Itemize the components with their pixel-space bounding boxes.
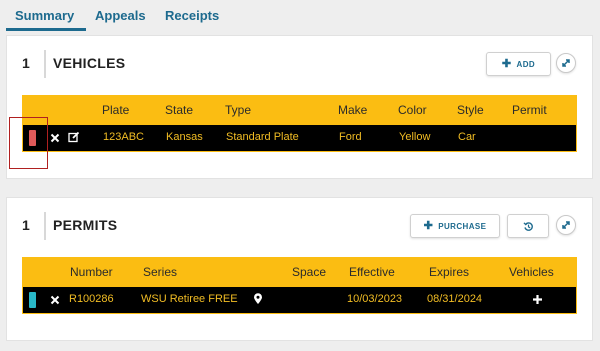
permit-expires: 08/31/2024 xyxy=(427,293,483,305)
permits-card: 1 PERMITS ✚ PURCHASE Number Series Space… xyxy=(6,197,593,341)
vehicle-plate: 123ABC xyxy=(103,131,144,143)
vehicle-make: Ford xyxy=(339,131,362,143)
tab-appeals[interactable]: Appeals xyxy=(95,8,146,23)
column-header-series: Series xyxy=(143,265,178,279)
column-header-color: Color xyxy=(398,103,427,117)
add-label: ADD xyxy=(516,59,536,69)
vehicle-color: Yellow xyxy=(399,131,431,143)
permit-number: R100286 xyxy=(69,293,114,305)
map-pin-icon xyxy=(254,293,262,304)
plus-icon: ✚ xyxy=(423,219,434,232)
vehicle-state: Kansas xyxy=(166,131,203,143)
permit-series: WSU Retiree FREE xyxy=(141,293,238,305)
delete-permit-button[interactable] xyxy=(50,292,60,310)
expand-icon xyxy=(562,59,570,67)
column-header-plate: Plate xyxy=(102,103,130,117)
close-icon xyxy=(50,295,60,305)
permit-color-swatch xyxy=(29,292,36,308)
header-divider xyxy=(44,212,46,240)
vehicles-title: VEHICLES xyxy=(53,55,126,71)
vehicle-row[interactable]: 123ABC Kansas Standard Plate Ford Yellow… xyxy=(22,125,577,152)
vehicles-count: 1 xyxy=(22,55,30,71)
history-icon xyxy=(522,221,533,231)
tab-bar: Summary Appeals Receipts xyxy=(0,0,600,32)
header-divider xyxy=(44,50,46,78)
column-header-state: State xyxy=(165,103,194,117)
add-vehicle-to-permit-button[interactable] xyxy=(532,292,543,310)
active-tab-indicator xyxy=(6,28,86,31)
purchase-label: PURCHASE xyxy=(438,221,487,231)
permit-effective: 10/03/2023 xyxy=(347,293,403,305)
column-header-number: Number xyxy=(70,265,113,279)
column-header-make: Make xyxy=(338,103,368,117)
column-header-type: Type xyxy=(225,103,252,117)
column-header-space: Space xyxy=(292,265,327,279)
permit-row[interactable]: R100286 WSU Retiree FREE 10/03/2023 08/3… xyxy=(22,287,577,314)
column-header-permit: Permit xyxy=(512,103,547,117)
vehicle-color-swatch xyxy=(29,130,36,146)
column-header-vehicles: Vehicles xyxy=(509,265,554,279)
history-button[interactable] xyxy=(507,214,549,238)
vehicles-header: 1 VEHICLES ✚ ADD xyxy=(7,36,592,92)
plus-icon: ✚ xyxy=(501,57,512,70)
plus-icon xyxy=(533,295,542,304)
vehicles-card: 1 VEHICLES ✚ ADD Plate State Type Make C… xyxy=(6,35,593,179)
add-vehicle-button[interactable]: ✚ ADD xyxy=(486,52,551,76)
vehicles-table-header: Plate State Type Make Color Style Permit xyxy=(22,95,577,125)
delete-vehicle-button[interactable] xyxy=(50,130,60,148)
vehicle-type: Standard Plate xyxy=(226,131,299,143)
expand-icon xyxy=(562,221,570,229)
vehicle-style: Car xyxy=(458,131,476,143)
expand-vehicles-button[interactable] xyxy=(556,53,576,73)
permits-header: 1 PERMITS ✚ PURCHASE xyxy=(7,198,592,254)
close-icon xyxy=(50,133,60,143)
column-header-style: Style xyxy=(457,103,484,117)
permits-table-header: Number Series Space Effective Expires Ve… xyxy=(22,257,577,287)
column-header-effective: Effective xyxy=(349,265,395,279)
edit-icon xyxy=(68,131,80,143)
purchase-permit-button[interactable]: ✚ PURCHASE xyxy=(410,214,500,238)
expand-permits-button[interactable] xyxy=(556,215,576,235)
permits-title: PERMITS xyxy=(53,217,118,233)
permits-count: 1 xyxy=(22,217,30,233)
edit-vehicle-button[interactable] xyxy=(68,130,80,148)
tab-receipts[interactable]: Receipts xyxy=(165,8,219,23)
tab-summary[interactable]: Summary xyxy=(15,8,74,23)
column-header-expires: Expires xyxy=(429,265,470,279)
location-pin-button[interactable] xyxy=(253,292,263,310)
